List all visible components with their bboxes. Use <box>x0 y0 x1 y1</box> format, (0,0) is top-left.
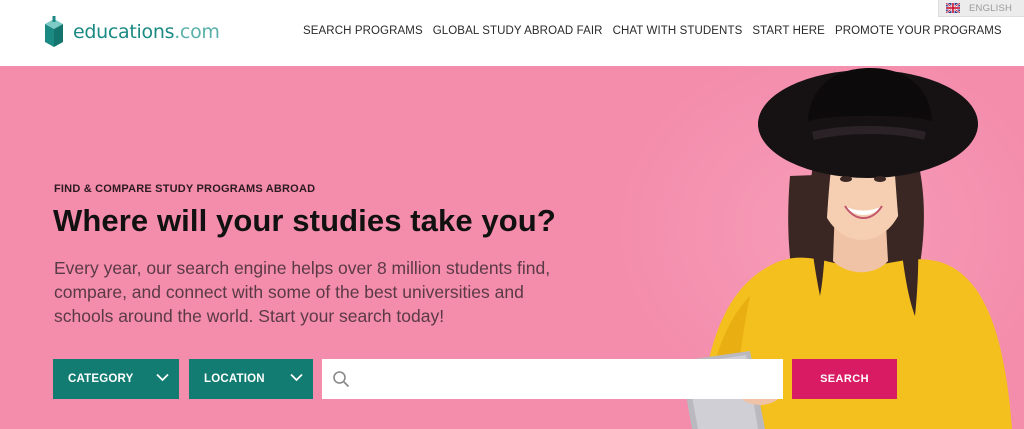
category-dropdown[interactable]: CATEGORY <box>53 359 179 399</box>
logo-wordmark: educations.com <box>73 21 220 43</box>
main-nav: SEARCH PROGRAMS GLOBAL STUDY ABROAD FAIR… <box>303 25 1012 37</box>
nav-global-study-abroad-fair[interactable]: GLOBAL STUDY ABROAD FAIR <box>433 25 603 37</box>
search-icon <box>333 371 350 388</box>
uk-flag-icon <box>946 3 960 13</box>
nav-search-programs[interactable]: SEARCH PROGRAMS <box>303 25 423 37</box>
chevron-down-icon <box>156 373 169 382</box>
search-button[interactable]: SEARCH <box>792 359 897 399</box>
site-header: educations.com SEARCH PROGRAMS GLOBAL ST… <box>0 0 1024 66</box>
hero-eyebrow: FIND & COMPARE STUDY PROGRAMS ABROAD <box>54 183 316 195</box>
language-label: ENGLISH <box>969 2 1013 14</box>
category-label: CATEGORY <box>68 373 134 385</box>
hero-lead: Every year, our search engine helps over… <box>54 258 551 326</box>
location-label: LOCATION <box>204 373 265 385</box>
location-dropdown[interactable]: LOCATION <box>189 359 313 399</box>
logo-suffix: .com <box>174 21 220 43</box>
logo[interactable]: educations.com <box>42 16 220 48</box>
logo-book-icon <box>45 16 63 47</box>
nav-chat-with-students[interactable]: CHAT WITH STUDENTS <box>613 25 743 37</box>
chevron-down-icon <box>290 373 303 382</box>
search-input[interactable] <box>360 359 780 399</box>
hero-banner: FIND & COMPARE STUDY PROGRAMS ABROAD Whe… <box>0 66 1024 429</box>
nav-promote-your-programs[interactable]: PROMOTE YOUR PROGRAMS <box>835 25 1002 37</box>
search-box <box>322 359 783 399</box>
nav-start-here[interactable]: START HERE <box>752 25 825 37</box>
language-switcher[interactable]: ENGLISH <box>938 0 1024 17</box>
logo-name: educations <box>73 21 175 43</box>
hero-headline: Where will your studies take you? <box>53 203 556 238</box>
